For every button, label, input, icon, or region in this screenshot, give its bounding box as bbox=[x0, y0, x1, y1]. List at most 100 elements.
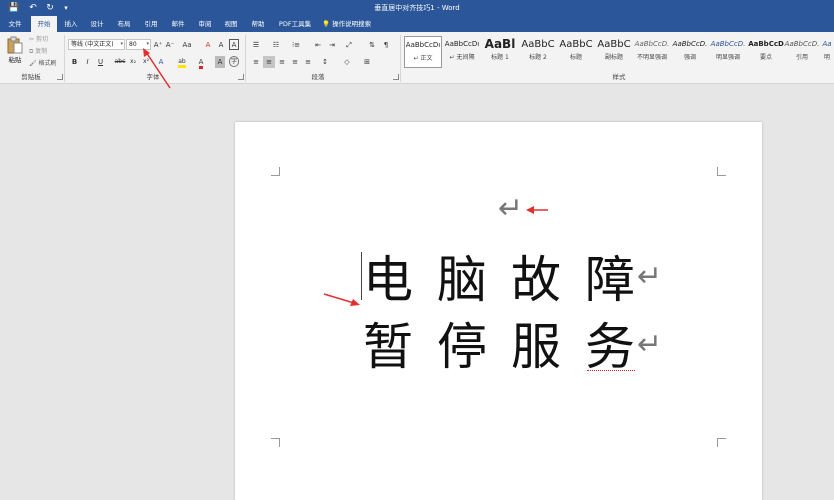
document-text-line[interactable]: 电脑故障 bbox=[363, 250, 659, 310]
align-left-button[interactable]: ≡ bbox=[250, 56, 262, 68]
strikethrough-button[interactable]: abc bbox=[114, 56, 126, 68]
align-right-button[interactable]: ≡ bbox=[276, 56, 288, 68]
style-intense-quote[interactable]: Aa 明 bbox=[820, 36, 834, 68]
highlight-button[interactable]: ab bbox=[176, 56, 188, 68]
char-shading-button[interactable]: A bbox=[215, 56, 225, 68]
style-emphasis[interactable]: AaBbCcD. 强调 bbox=[671, 36, 709, 68]
margin-corner-mark bbox=[271, 438, 280, 447]
underline-button[interactable]: U bbox=[96, 56, 105, 68]
font-color-icon: A bbox=[198, 58, 204, 69]
paragraph-group-label: 段落 bbox=[311, 73, 325, 81]
multilevel-list-button[interactable]: ⁝≡ bbox=[290, 39, 302, 51]
paste-button[interactable]: 粘贴 bbox=[5, 36, 25, 70]
style-name: 明显强调 bbox=[715, 54, 740, 61]
tab-view[interactable]: 视图 bbox=[220, 16, 242, 32]
sort-button[interactable]: ⇅ bbox=[366, 39, 378, 51]
style-strong[interactable]: AaBbCcD 要点 bbox=[747, 36, 785, 68]
distributed-button[interactable]: ≡ bbox=[302, 56, 314, 68]
show-marks-button[interactable]: ¶ bbox=[381, 39, 391, 51]
style-heading-2[interactable]: AaBbC 标题 2 bbox=[519, 36, 557, 68]
chinese-layout-button[interactable]: ⤢ bbox=[343, 39, 355, 51]
tab-review[interactable]: 审阅 bbox=[194, 16, 216, 32]
style-preview: AaBbCcDı bbox=[444, 40, 480, 48]
change-case-button[interactable]: Aa bbox=[180, 39, 194, 51]
brush-icon: 🖌 bbox=[29, 60, 37, 67]
style-subtitle[interactable]: AaBbC 副标题 bbox=[595, 36, 633, 68]
style-name: 标题 1 bbox=[491, 54, 509, 61]
style-preview: AaBbCcD. bbox=[634, 40, 670, 48]
style-name: ↵ 正文 bbox=[413, 55, 433, 62]
clipboard-launcher-icon[interactable] bbox=[57, 74, 63, 80]
margin-corner-mark bbox=[717, 167, 726, 176]
tell-me-search[interactable]: 💡 操作说明搜索 bbox=[322, 16, 371, 32]
enclose-char-button[interactable]: 字 bbox=[229, 56, 239, 67]
tab-file[interactable]: 文件 bbox=[4, 16, 26, 32]
styles-group-label: 样式 bbox=[612, 73, 626, 81]
font-family-select[interactable]: 等线 (中文正文) ▾ bbox=[68, 39, 125, 50]
italic-button[interactable]: I bbox=[83, 56, 92, 68]
margin-corner-mark bbox=[717, 438, 726, 447]
document-text-line[interactable]: 暂停服务 bbox=[363, 317, 659, 377]
subscript-button[interactable]: x₂ bbox=[128, 56, 138, 68]
title-bar: 💾 ↶ ↻ ▾ 垂直居中对齐技巧1 - Word bbox=[0, 0, 834, 16]
shading-button[interactable]: ◇ bbox=[340, 56, 354, 68]
tab-home[interactable]: 开始 bbox=[31, 16, 57, 32]
ribbon: 粘贴 ✂ 剪切 ⧉ 复制 🖌 格式刷 剪贴板 等线 (中文正文) ▾ 80 ▾ A⁺… bbox=[0, 32, 834, 84]
font-launcher-icon[interactable] bbox=[238, 74, 244, 80]
format-painter-button[interactable]: 🖌 格式刷 bbox=[29, 60, 57, 68]
tab-references[interactable]: 引用 bbox=[140, 16, 162, 32]
style-preview: AaBbC bbox=[559, 39, 593, 50]
style-intense-emphasis[interactable]: AaBbCcD. 明显强调 bbox=[709, 36, 747, 68]
style-normal[interactable]: AaBbCcDı ↵ 正文 bbox=[404, 36, 442, 68]
paste-label: 粘贴 bbox=[8, 56, 22, 64]
tab-design[interactable]: 设计 bbox=[86, 16, 108, 32]
cut-label: 剪切 bbox=[35, 36, 48, 43]
divider bbox=[400, 35, 401, 82]
divider bbox=[245, 35, 246, 82]
bullets-button[interactable]: ☰ bbox=[250, 39, 262, 51]
numbering-button[interactable]: ☷ bbox=[270, 39, 282, 51]
style-quote[interactable]: AaBbCcD. 引用 bbox=[783, 36, 821, 68]
annotation-arrow-icon bbox=[143, 48, 171, 89]
paragraph-mark: ↵ bbox=[637, 259, 663, 294]
highlighter-icon: ab bbox=[178, 58, 186, 68]
clear-format-button[interactable]: A bbox=[203, 39, 213, 51]
tell-me-label: 操作说明搜索 bbox=[332, 20, 372, 28]
style-name: 副标题 bbox=[604, 54, 623, 61]
style-preview: AaBbC bbox=[597, 39, 631, 50]
divider bbox=[64, 35, 65, 82]
decrease-indent-button[interactable]: ⇤ bbox=[312, 39, 324, 51]
tab-mailings[interactable]: 邮件 bbox=[167, 16, 189, 32]
bold-button[interactable]: B bbox=[70, 56, 79, 68]
style-preview: AaBbC bbox=[521, 39, 555, 50]
style-name: 标题 2 bbox=[529, 54, 547, 61]
cut-button[interactable]: ✂ 剪切 bbox=[29, 36, 48, 44]
margin-corner-mark bbox=[271, 167, 280, 176]
style-subtle-emphasis[interactable]: AaBbCcD. 不明显强调 bbox=[633, 36, 671, 68]
annotation-arrow-icon bbox=[323, 293, 360, 306]
tab-help[interactable]: 帮助 bbox=[247, 16, 269, 32]
tab-pdf-tools[interactable]: PDF工具集 bbox=[275, 16, 315, 32]
justify-button[interactable]: ≡ bbox=[289, 56, 301, 68]
line-spacing-button[interactable]: ↕ bbox=[318, 56, 332, 68]
phonetic-guide-button[interactable]: A bbox=[216, 39, 226, 51]
style-preview: AaBbCcD. bbox=[710, 40, 746, 48]
font-size-value: 80 bbox=[129, 41, 137, 48]
chevron-down-icon: ▾ bbox=[120, 41, 123, 47]
paragraph-launcher-icon[interactable] bbox=[393, 74, 399, 80]
tab-layout[interactable]: 布局 bbox=[113, 16, 135, 32]
align-center-button[interactable]: ≡ bbox=[263, 56, 275, 68]
style-title[interactable]: AaBbC 标题 bbox=[557, 36, 595, 68]
borders-button[interactable]: ⊞ bbox=[360, 56, 374, 68]
char-border-button[interactable]: A bbox=[229, 39, 239, 50]
ribbon-tabs: 文件 开始 插入 设计 布局 引用 邮件 审阅 视图 帮助 PDF工具集 💡 操… bbox=[0, 16, 834, 32]
increase-indent-button[interactable]: ⇥ bbox=[326, 39, 338, 51]
document-page[interactable]: ↵ 电脑故障 ↵ 暂停服务 ↵ bbox=[235, 122, 762, 500]
tab-insert[interactable]: 插入 bbox=[60, 16, 82, 32]
annotation-arrow-icon bbox=[526, 206, 548, 214]
font-color-button[interactable]: A bbox=[196, 56, 206, 69]
style-no-spacing[interactable]: AaBbCcDı ↵ 无间隔 bbox=[443, 36, 481, 68]
copy-button[interactable]: ⧉ 复制 bbox=[29, 48, 47, 56]
style-heading-1[interactable]: AaBl 标题 1 bbox=[481, 36, 519, 68]
paragraph-mark: ↵ bbox=[637, 327, 663, 362]
